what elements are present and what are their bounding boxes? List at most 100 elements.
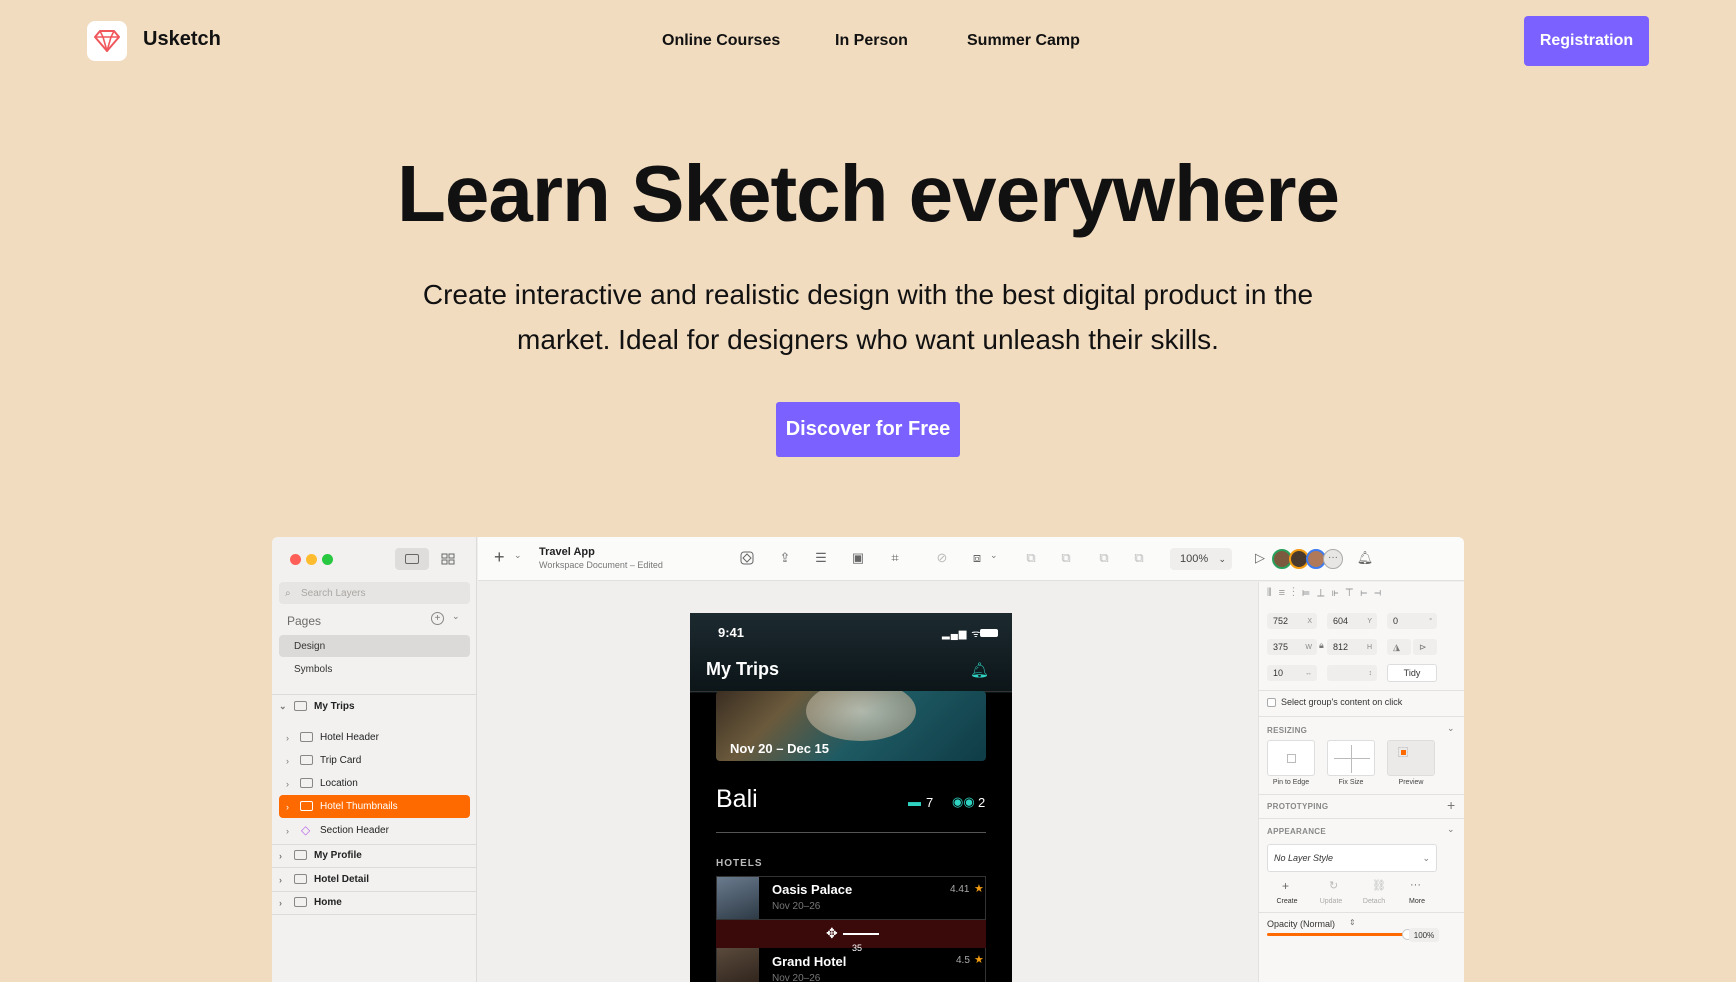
play-icon[interactable]: ▷	[1251, 549, 1269, 567]
chevron-right-icon[interactable]: ›	[279, 851, 282, 861]
page-item-symbols[interactable]: Symbols	[279, 658, 470, 680]
flip-vertical-icon[interactable]: ⊳	[1413, 639, 1437, 655]
align-icon[interactable]: ☰	[812, 549, 830, 567]
maximize-window-button[interactable]	[322, 554, 333, 565]
hotel-card[interactable]: Grand Hotel Nov 20–26 4.5 ★	[716, 948, 986, 982]
layers-sidebar: Search Layers ⌕ Pages + ⌄ Design Symbols…	[272, 537, 477, 982]
nav-online-courses[interactable]: Online Courses	[662, 32, 780, 50]
tidy-button[interactable]: Tidy	[1387, 664, 1437, 682]
union-icon[interactable]: ⧉	[1022, 549, 1040, 567]
create-symbol-icon[interactable]	[738, 549, 756, 567]
subtract-icon[interactable]: ⧉	[1057, 549, 1075, 567]
chevron-right-icon[interactable]: ›	[279, 898, 282, 908]
beds-count: 7	[926, 795, 934, 810]
hero-subtitle-line-2: market. Ideal for designers who want unl…	[517, 324, 1219, 355]
intersect-icon[interactable]: ⧉	[1095, 549, 1113, 567]
bed-icon: ▬	[908, 794, 921, 809]
pin-to-edge-button[interactable]	[1267, 740, 1315, 776]
add-prototype-icon[interactable]: +	[1447, 797, 1455, 813]
single-view-icon[interactable]	[395, 548, 429, 570]
chevron-down-icon[interactable]: ⌄	[514, 550, 522, 561]
chevron-right-icon[interactable]: ›	[286, 826, 289, 836]
artboard-icon	[294, 897, 307, 907]
signal-icon: ▂▄▆ ᯤ	[942, 629, 982, 640]
layer-trip-card[interactable]: › Trip Card	[272, 749, 477, 772]
scissors-icon[interactable]: ⊘	[933, 549, 951, 567]
minimize-window-button[interactable]	[306, 554, 317, 565]
insert-icon[interactable]: +	[494, 547, 505, 568]
hotel-card[interactable]: Oasis Palace Nov 20–26 4.41 ★	[716, 876, 986, 920]
registration-button[interactable]: Registration	[1524, 16, 1649, 66]
select-group-checkbox[interactable]	[1267, 698, 1276, 707]
y-value: 604	[1333, 616, 1349, 626]
fix-size-button[interactable]	[1327, 740, 1375, 776]
hero-title: Learn Sketch everywhere	[397, 149, 1340, 238]
layer-hotel-header[interactable]: › Hotel Header	[272, 726, 477, 749]
add-page-icon[interactable]: +	[431, 612, 444, 625]
detach-style-icon[interactable]: ⛓	[1372, 879, 1386, 892]
nav-summer-camp[interactable]: Summer Camp	[967, 32, 1080, 50]
vertical-spacing-field[interactable]: ↕	[1327, 665, 1377, 681]
chevron-down-icon[interactable]: ⌄	[1447, 723, 1455, 734]
lock-icon[interactable]: 🔒︎	[1319, 640, 1324, 651]
layer-section-header[interactable]: › ◇ Section Header	[272, 819, 477, 842]
chevron-updown-icon[interactable]: ⇕	[1349, 918, 1356, 927]
chevron-right-icon[interactable]: ›	[286, 779, 289, 789]
page-item-design[interactable]: Design	[279, 635, 470, 657]
width-field[interactable]: 375 W	[1267, 639, 1317, 655]
export-icon[interactable]: ⇪	[776, 549, 794, 567]
search-layers-input[interactable]: Search Layers	[279, 582, 470, 604]
phone-artboard[interactable]: 9:41 ▂▄▆ ᯤ My Trips 🔔︎ Nov 20 – Dec 15 B…	[690, 613, 1012, 982]
update-style-icon[interactable]: ↻	[1329, 879, 1338, 892]
chevron-right-icon[interactable]: ›	[279, 875, 282, 885]
opacity-value[interactable]: 100%	[1409, 928, 1439, 942]
drag-handle-row[interactable]: ✥ 35	[716, 920, 986, 953]
document-title: Travel App	[539, 546, 595, 558]
chevron-down-icon: ⌄	[1422, 852, 1430, 863]
layer-group-hotel-detail[interactable]: › Hotel Detail	[272, 868, 477, 891]
align-icons[interactable]: ⫴≡⋮⊨⊥⊩⊤⊢⊣	[1267, 587, 1388, 600]
bell-icon[interactable]: 🔔︎	[1356, 549, 1374, 567]
chevron-down-icon[interactable]: ⌄	[279, 701, 287, 712]
x-field[interactable]: 752 X	[1267, 613, 1317, 629]
height-field[interactable]: 812 H	[1327, 639, 1377, 655]
preview-label: Preview	[1398, 779, 1424, 786]
fix-size-label: Fix Size	[1338, 779, 1364, 786]
app-screenshot: Search Layers ⌕ Pages + ⌄ Design Symbols…	[272, 537, 1464, 982]
transform-icon[interactable]: ⌗	[886, 549, 904, 567]
bell-icon[interactable]: 🔔︎	[970, 661, 989, 679]
more-collaborators-icon[interactable]: ···	[1323, 549, 1343, 569]
y-field[interactable]: 604 Y	[1327, 613, 1377, 629]
zoom-select[interactable]: 100% ⌄	[1170, 548, 1232, 570]
mask-icon[interactable]: ▣	[849, 549, 867, 567]
discover-button[interactable]: Discover for Free	[776, 402, 960, 457]
chevron-down-icon[interactable]: ⌄	[990, 550, 998, 561]
chevron-right-icon[interactable]: ›	[286, 733, 289, 743]
spacing-field[interactable]: 10 ↔	[1267, 665, 1317, 681]
layer-style-select[interactable]: No Layer Style ⌄	[1267, 844, 1437, 872]
resize-icon[interactable]: ⧈	[968, 549, 986, 567]
chevron-down-icon[interactable]: ⌄	[1447, 824, 1455, 835]
layer-group-my-trips[interactable]: ⌄ My Trips	[272, 695, 477, 718]
rotation-field[interactable]: 0 °	[1387, 613, 1437, 629]
difference-icon[interactable]: ⧉	[1130, 549, 1148, 567]
nav-in-person[interactable]: In Person	[835, 32, 908, 50]
layer-group-home[interactable]: › Home	[272, 891, 477, 914]
grid-view-icon[interactable]	[431, 548, 465, 570]
create-style-icon[interactable]: +	[1282, 879, 1289, 893]
symbol-icon: ◇	[301, 823, 311, 837]
zoom-value: 100%	[1180, 553, 1209, 565]
chevron-right-icon[interactable]: ›	[286, 802, 289, 812]
logo[interactable]	[87, 21, 127, 61]
create-style-label: Create	[1276, 898, 1298, 905]
chevron-down-icon[interactable]: ⌄	[452, 611, 460, 622]
layer-label: Hotel Detail	[314, 874, 370, 885]
chevron-right-icon[interactable]: ›	[286, 756, 289, 766]
opacity-slider[interactable]	[1267, 933, 1407, 936]
more-options-icon[interactable]: ···	[1410, 879, 1421, 891]
flip-horizontal-icon[interactable]: ◮	[1387, 639, 1411, 655]
close-window-button[interactable]	[290, 554, 301, 565]
layer-group-my-profile[interactable]: › My Profile	[272, 844, 477, 867]
layer-location[interactable]: › Location	[272, 772, 477, 795]
layer-hotel-thumbnails[interactable]: › Hotel Thumbnails	[279, 795, 470, 818]
